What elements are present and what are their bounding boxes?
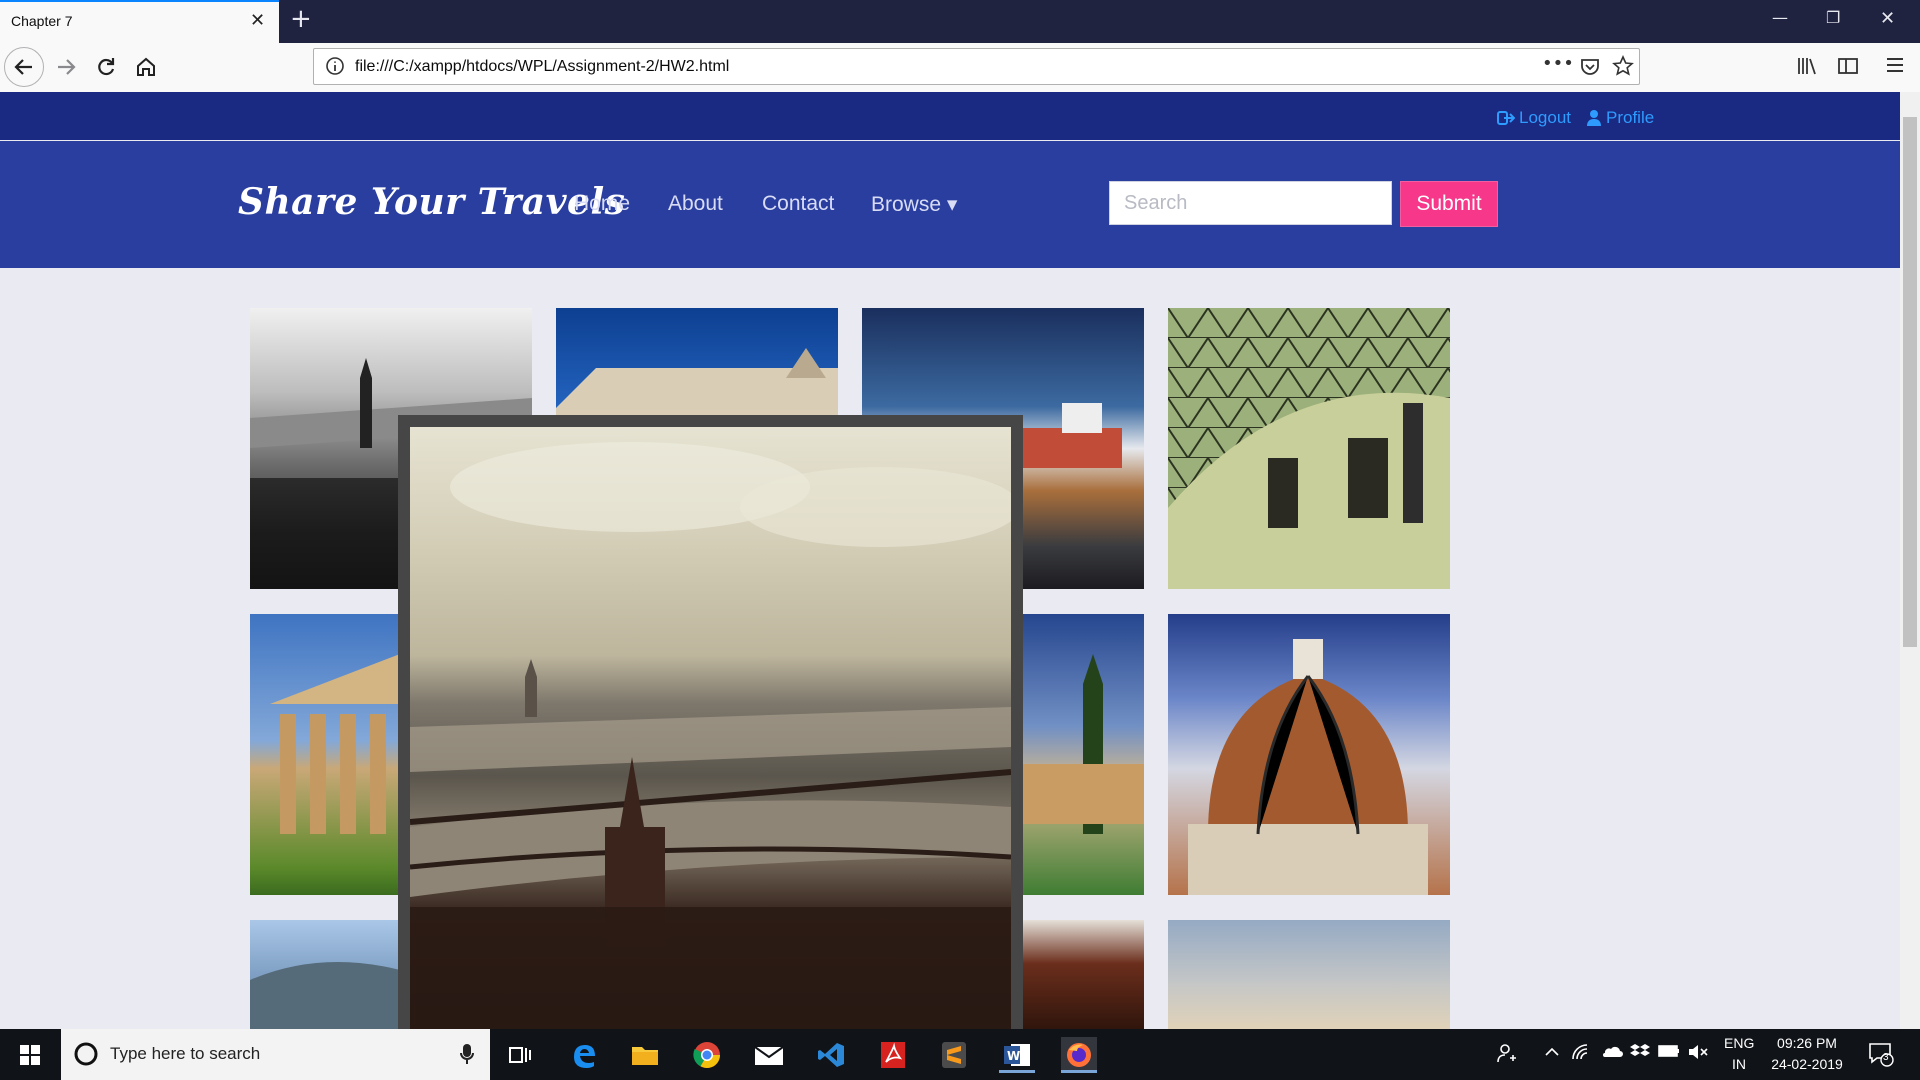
back-arrow-icon	[14, 59, 32, 75]
close-tab-icon[interactable]: ✕	[250, 10, 265, 31]
active-app-indicator	[999, 1070, 1035, 1073]
mail-icon[interactable]	[751, 1037, 787, 1073]
search-input[interactable]: Search	[1109, 181, 1392, 225]
nav-about[interactable]: About	[668, 192, 723, 216]
profile-link[interactable]: Profile	[1586, 108, 1654, 128]
microphone-icon[interactable]	[459, 1043, 475, 1065]
taskbar-search-box[interactable]: Type here to search	[61, 1029, 490, 1080]
photo-roof	[1023, 920, 1144, 1029]
new-tab-button[interactable]: +	[290, 4, 312, 34]
photo-lightbox[interactable]	[398, 415, 1023, 1029]
restore-icon[interactable]: ❐	[1826, 8, 1840, 27]
user-icon	[1587, 110, 1601, 126]
photo-thumbnail[interactable]	[1168, 920, 1450, 1029]
task-view-icon[interactable]	[502, 1037, 538, 1073]
windows-taskbar: Type here to search W ENG IN 09:26 PM 24…	[0, 1029, 1920, 1080]
clock-date: 24-02-2019	[1771, 1056, 1843, 1072]
site-navbar: Share Your Travels Home About Contact Br…	[0, 141, 1900, 268]
file-explorer-icon[interactable]	[627, 1037, 663, 1073]
word-icon[interactable]: W	[999, 1037, 1035, 1073]
pocket-icon[interactable]	[1579, 55, 1601, 81]
wifi-icon[interactable]	[1571, 1043, 1591, 1064]
info-icon[interactable]	[324, 55, 346, 81]
clock[interactable]: 09:26 PM 24-02-2019	[1770, 1035, 1844, 1072]
browser-toolbar: file:///C:/xampp/htdocs/WPL/Assignment-2…	[0, 43, 1920, 93]
chrome-icon[interactable]	[689, 1037, 725, 1073]
scrollbar-thumb[interactable]	[1903, 117, 1917, 647]
photo-courtyard	[1023, 654, 1144, 834]
taskbar-search-placeholder: Type here to search	[110, 1044, 261, 1063]
dropbox-icon[interactable]	[1630, 1043, 1650, 1064]
photo-skyline	[1168, 920, 1450, 1029]
page-scrollbar[interactable]	[1900, 92, 1920, 1029]
edge-icon[interactable]	[566, 1037, 602, 1073]
volume-muted-icon[interactable]	[1687, 1043, 1709, 1064]
vscode-icon[interactable]	[813, 1037, 849, 1073]
library-icon[interactable]	[1796, 55, 1818, 81]
reload-button[interactable]	[86, 47, 126, 87]
forward-arrow-icon	[58, 59, 76, 75]
tab-title: Chapter 7	[11, 13, 73, 29]
bookmark-star-icon[interactable]	[1612, 55, 1634, 81]
language-code: ENG	[1724, 1035, 1755, 1051]
photo-florence-duomo	[1188, 639, 1428, 895]
nav-browse-dropdown[interactable]: Browse ▾	[871, 192, 957, 217]
people-icon[interactable]	[1497, 1043, 1517, 1066]
logout-link[interactable]: Logout	[1497, 108, 1571, 128]
profile-label: Profile	[1606, 108, 1655, 127]
clock-time: 09:26 PM	[1777, 1035, 1837, 1051]
photo-british-museum	[1168, 308, 1450, 589]
notification-count: 3	[1883, 1052, 1889, 1063]
logout-label: Logout	[1519, 108, 1571, 127]
site-top-bar: Logout Profile	[0, 92, 1900, 140]
active-app-indicator	[1061, 1070, 1097, 1073]
window-close-icon[interactable]: ✕	[1880, 8, 1895, 29]
minimize-icon[interactable]: —	[1772, 8, 1788, 27]
photo-thumbnail[interactable]	[1023, 920, 1144, 1029]
region-code: IN	[1732, 1056, 1746, 1072]
submit-button[interactable]: Submit	[1400, 181, 1498, 227]
photo-thumbnail[interactable]	[1023, 614, 1144, 895]
enlarged-photo[interactable]	[410, 427, 1011, 1029]
home-icon	[137, 57, 155, 76]
nav-home[interactable]: Home	[574, 192, 630, 216]
sidebar-icon[interactable]	[1837, 55, 1859, 81]
hamburger-menu-icon[interactable]	[1885, 55, 1905, 79]
reload-icon	[98, 58, 115, 76]
forward-button[interactable]	[46, 47, 86, 87]
show-hidden-icons-chevron[interactable]	[1543, 1043, 1561, 1064]
language-indicator[interactable]: ENG IN	[1724, 1035, 1754, 1072]
cologne-panorama	[410, 442, 1011, 1029]
battery-icon[interactable]	[1658, 1044, 1680, 1061]
logout-icon	[1497, 111, 1515, 125]
page-actions-icon[interactable]: •••	[1542, 53, 1574, 74]
home-button[interactable]	[126, 47, 166, 87]
windows-start-icon[interactable]	[12, 1037, 48, 1073]
cortana-circle-icon	[74, 1042, 98, 1066]
url-text[interactable]: file:///C:/xampp/htdocs/WPL/Assignment-2…	[355, 58, 729, 76]
svg-text:W: W	[1007, 1049, 1020, 1063]
photo-thumbnail[interactable]	[1168, 614, 1450, 895]
acrobat-icon[interactable]	[875, 1037, 911, 1073]
sublime-text-icon[interactable]	[936, 1037, 972, 1073]
browser-tab-active[interactable]: Chapter 7 ✕	[0, 0, 279, 43]
onedrive-icon[interactable]	[1601, 1043, 1623, 1062]
firefox-icon[interactable]	[1061, 1037, 1097, 1073]
back-button[interactable]	[4, 47, 44, 87]
site-brand[interactable]: Share Your Travels	[238, 181, 625, 223]
photo-thumbnail[interactable]	[1168, 308, 1450, 589]
action-center-icon[interactable]: 3	[1868, 1041, 1894, 1070]
address-bar[interactable]: file:///C:/xampp/htdocs/WPL/Assignment-2…	[313, 48, 1640, 85]
nav-contact[interactable]: Contact	[762, 192, 834, 216]
browser-tab-strip: Chapter 7 ✕ + — ❐ ✕	[0, 0, 1920, 43]
